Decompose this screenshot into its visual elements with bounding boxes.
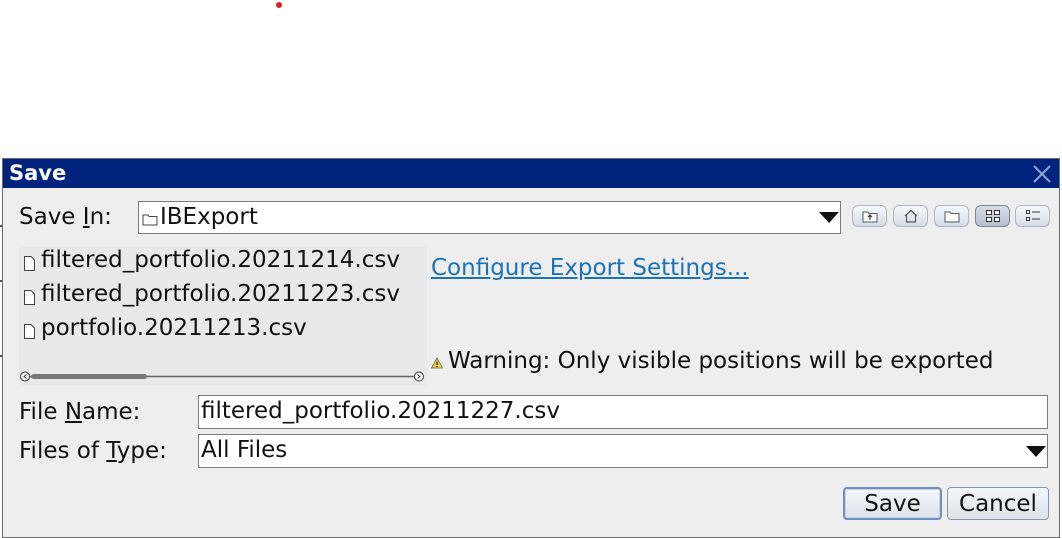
file-name-value: filtered_portfolio.20211227.csv [201,398,560,424]
save-in-dropdown[interactable]: IBExport [138,201,841,234]
cancel-button[interactable]: Cancel [947,487,1049,520]
save-dialog: Save Save In: IBExport filtered_portfoli… [2,158,1060,538]
file-name: filtered_portfolio.20211223.csv [41,281,400,307]
warning-icon [431,357,443,369]
cursor-marker [276,2,282,8]
up-folder-button[interactable] [852,205,887,227]
file-icon [24,256,35,271]
scroll-thumb[interactable] [31,374,147,379]
home-button[interactable] [893,205,928,227]
files-of-type-dropdown[interactable]: All Files [198,434,1048,468]
title-bar[interactable]: Save [3,159,1059,188]
folder-icon [142,214,158,226]
file-name-label: File Name: [19,399,141,425]
save-in-value: IBExport [160,204,258,230]
chevron-down-icon [819,212,839,223]
list-view-button[interactable] [975,205,1010,227]
home-icon [904,209,918,223]
chevron-down-icon [1026,446,1046,457]
file-name-input[interactable]: filtered_portfolio.20211227.csv [198,395,1048,429]
files-of-type-label: Files of Type: [19,438,167,464]
file-list[interactable]: filtered_portfolio.20211214.csv filtered… [19,247,427,385]
up-folder-icon [862,211,878,223]
warning-message: Warning: Only visible positions will be … [448,348,994,374]
list-view-icon [986,210,1000,222]
save-button[interactable]: Save [843,487,942,520]
details-view-icon [1026,210,1040,221]
file-name: portfolio.20211213.csv [41,315,307,341]
file-name: filtered_portfolio.20211214.csv [41,247,400,273]
configure-export-settings-link[interactable]: Configure Export Settings... [431,255,749,281]
scroll-left-icon[interactable] [19,371,31,382]
new-folder-button[interactable] [934,205,969,227]
save-in-label: Save In: [19,204,112,230]
new-folder-icon [944,211,960,223]
close-icon[interactable] [1031,163,1053,185]
file-icon [24,324,35,339]
dialog-title: Save [9,161,67,185]
details-view-button[interactable] [1015,205,1050,227]
file-icon [24,290,35,305]
files-of-type-value: All Files [201,437,288,463]
horizontal-scrollbar[interactable] [19,370,427,383]
scroll-right-icon[interactable] [413,371,425,382]
